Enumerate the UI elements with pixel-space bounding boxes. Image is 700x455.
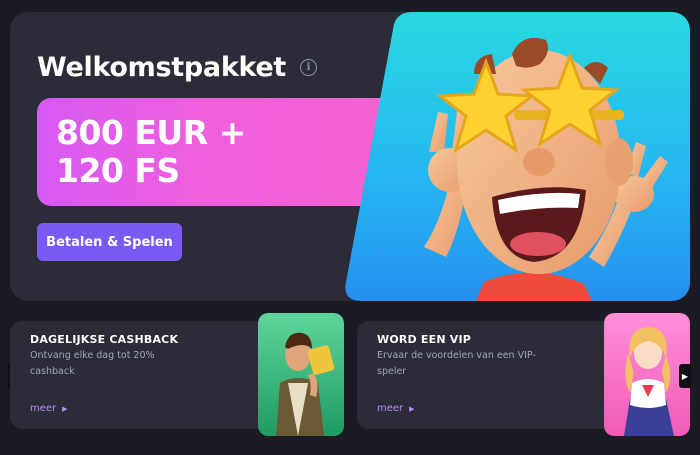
offer-amount: 800 EUR + xyxy=(56,113,246,152)
chevron-right-icon: ▶ xyxy=(62,404,68,413)
info-icon[interactable]: i xyxy=(300,59,318,76)
promo-description: Ervaar de voordelen van een VIP-speler xyxy=(377,350,536,377)
hero-title: Welkomstpakket xyxy=(37,52,287,83)
pay-and-play-button[interactable]: Betalen & Spelen xyxy=(37,223,182,261)
more-link[interactable]: meer ▶ xyxy=(30,403,68,414)
vip-girl-illustration xyxy=(604,313,690,436)
more-link-label: meer xyxy=(377,403,404,414)
promo-title: WORD EEN VIP xyxy=(377,333,472,346)
hero-illustration xyxy=(345,12,690,301)
chevron-right-icon: ▶ xyxy=(409,404,415,413)
more-link[interactable]: meer ▶ xyxy=(377,403,415,414)
promo-description: Ontvang elke dag tot 20% cashback xyxy=(30,350,155,377)
adventurer-illustration xyxy=(258,313,344,436)
chevron-right-icon[interactable]: ▶ xyxy=(679,364,691,388)
promo-title: DAGELIJKSE CASHBACK xyxy=(30,333,179,346)
welcome-package-card: Welkomstpakket i 800 EUR + 120 FS Betale… xyxy=(10,12,690,301)
offer-free-spins: 120 FS xyxy=(56,151,180,190)
more-link-label: meer xyxy=(30,403,57,414)
hero-title-row: Welkomstpakket i xyxy=(37,52,318,83)
